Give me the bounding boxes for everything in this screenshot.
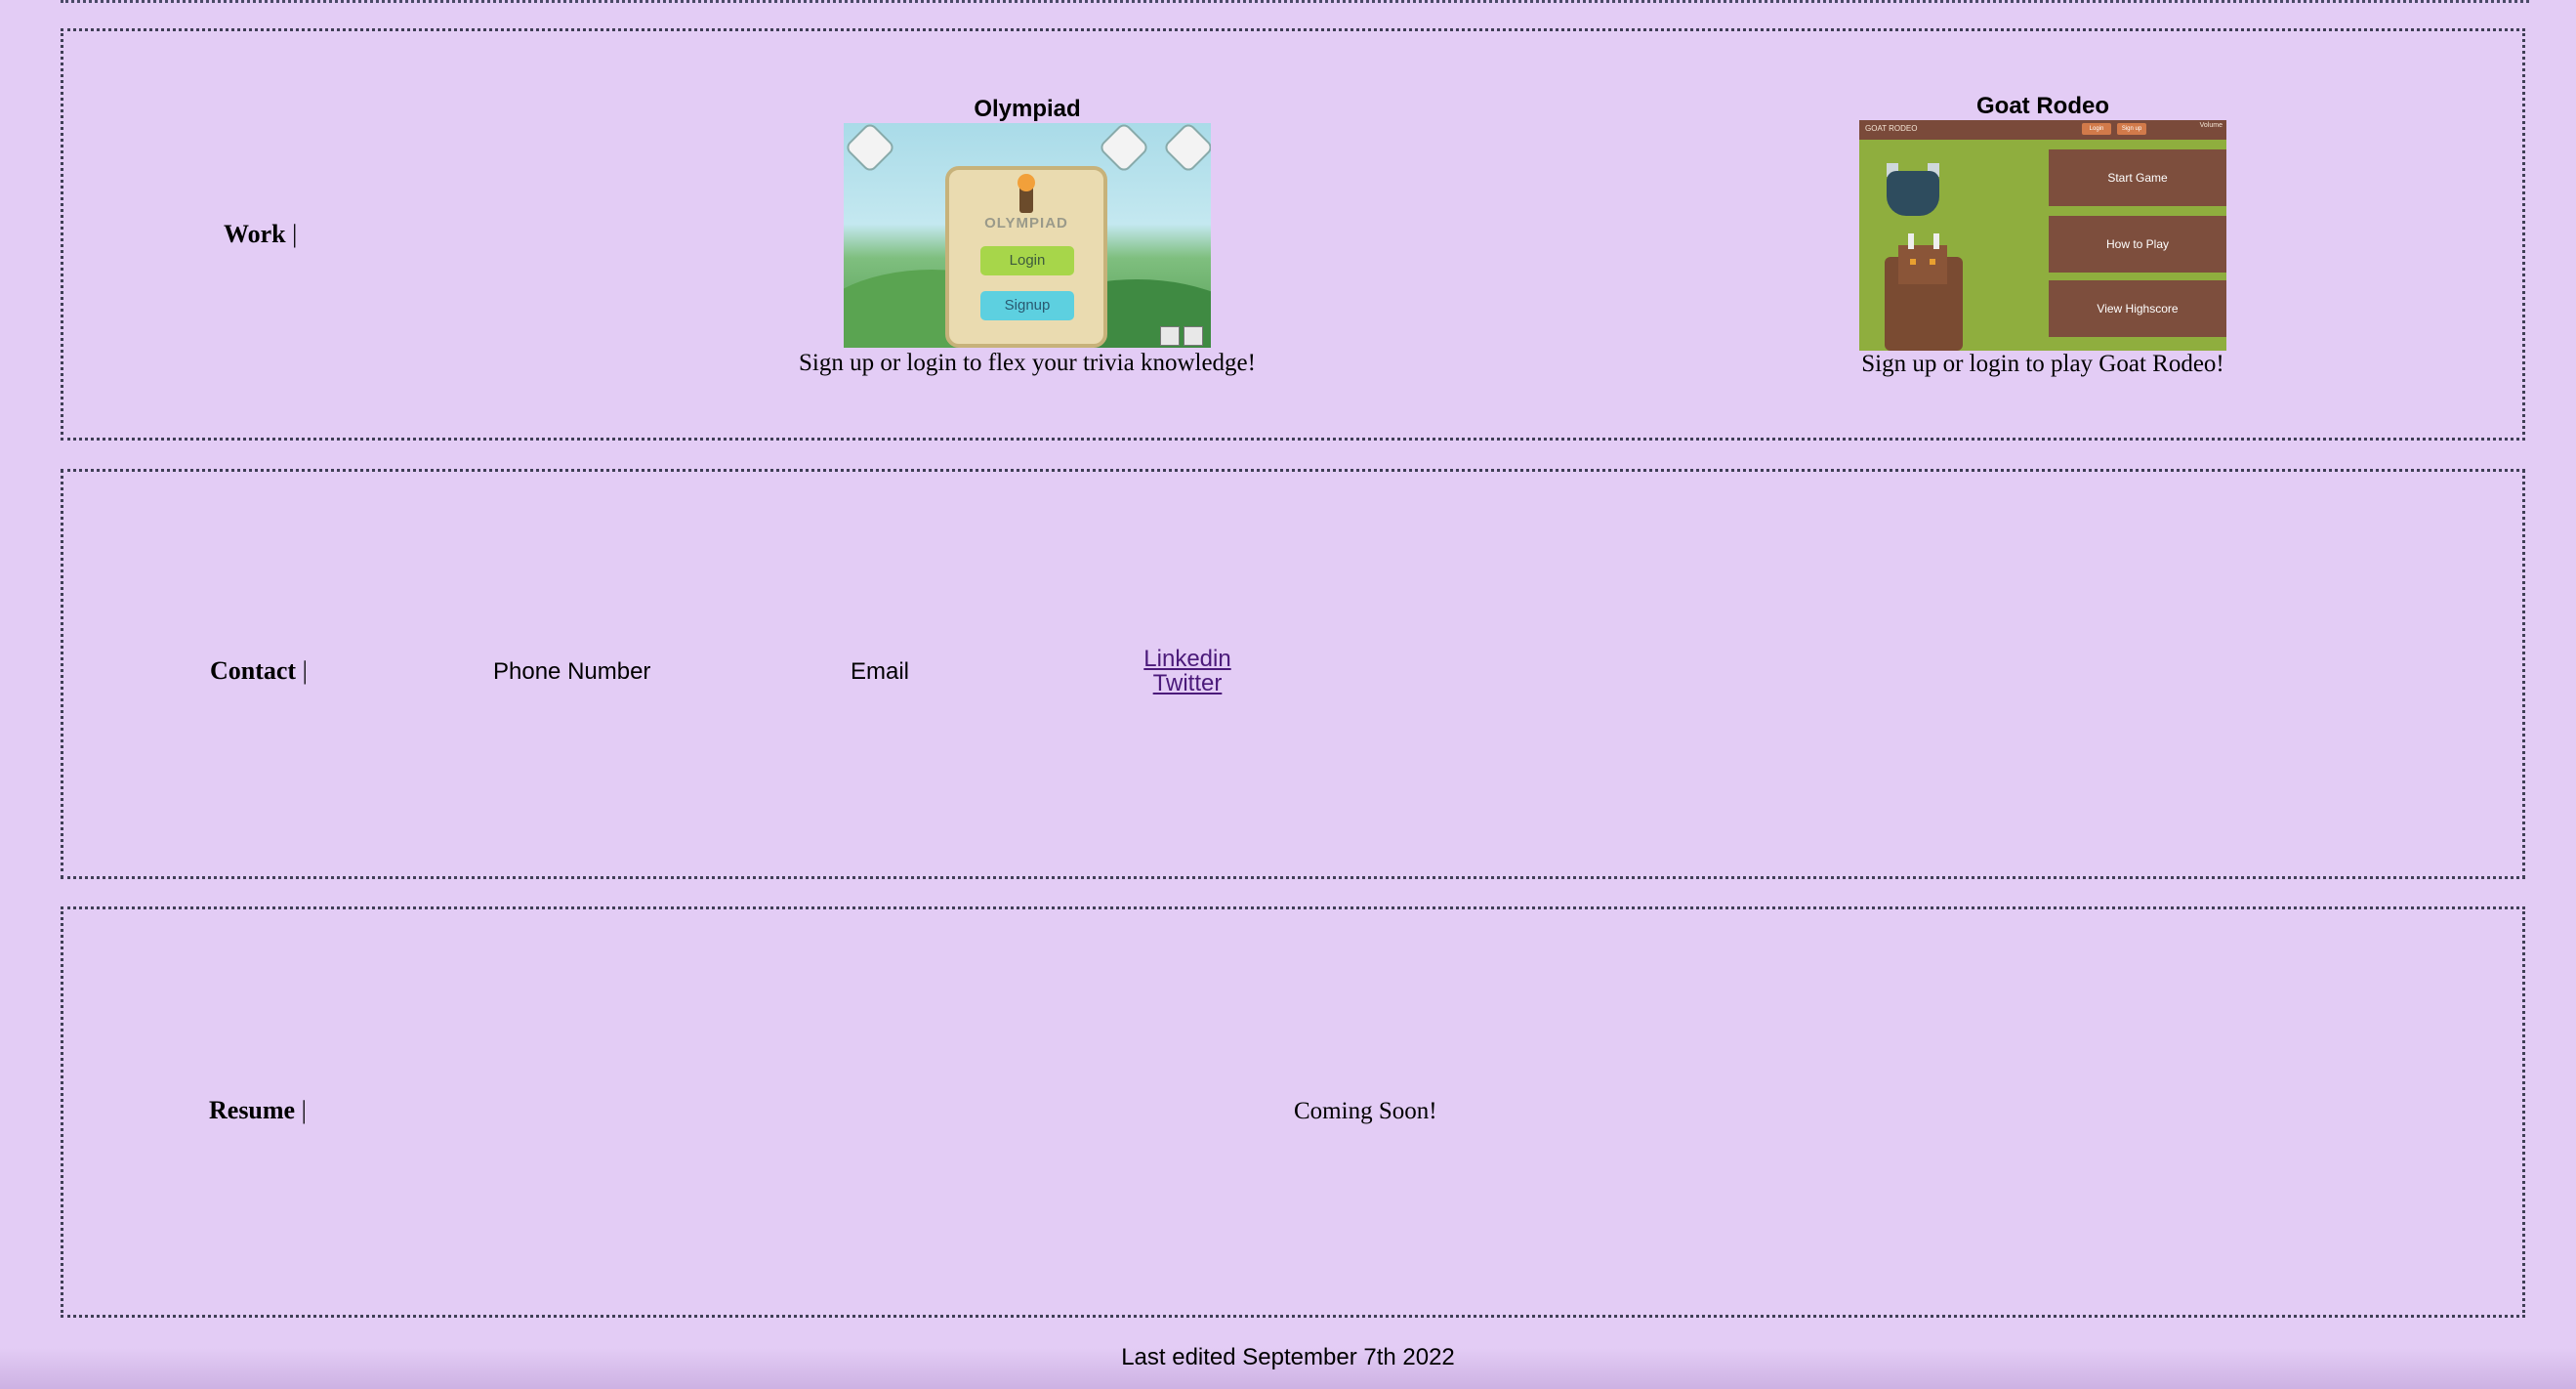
olympiad-login-button: Login <box>980 246 1074 275</box>
resume-heading-separator: | <box>301 1096 307 1124</box>
goat-rodeo-app-name: GOAT RODEO <box>1865 124 1918 133</box>
linkedin-link[interactable]: Linkedin <box>1139 647 1236 671</box>
project-title: Goat Rodeo <box>1976 93 2109 119</box>
project-description: Sign up or login to play Goat Rodeo! <box>1861 351 2224 377</box>
footer-text: Last edited September 7th 2022 <box>1121 1344 1455 1370</box>
twitter-link[interactable]: Twitter <box>1139 671 1236 695</box>
blue-goat-icon <box>1887 171 1939 216</box>
work-heading-separator: | <box>292 220 298 248</box>
contact-heading-separator: | <box>302 656 308 685</box>
goat-signup-button: Sign up <box>2117 123 2146 135</box>
goat-login-button: Login <box>2082 123 2111 135</box>
play-icon <box>1160 326 1180 346</box>
resume-status: Coming Soon! <box>1294 1098 1437 1124</box>
top-divider <box>61 0 2529 3</box>
work-heading: Work | <box>224 220 297 249</box>
contact-heading-label: Contact <box>210 656 297 685</box>
olympiad-signup-button: Signup <box>980 291 1074 320</box>
work-heading-label: Work <box>224 220 286 248</box>
blocks-icon <box>1098 123 1150 174</box>
project-goat-rodeo: Goat Rodeo GOAT RODEO Login Sign up Volu… <box>1740 93 2346 378</box>
goat-volume-label: Volume <box>2199 122 2223 129</box>
phone-number-label: Phone Number <box>493 658 651 685</box>
stop-icon <box>1184 326 1203 346</box>
goat-rodeo-screenshot[interactable]: GOAT RODEO Login Sign up Volume Start Ga… <box>1859 120 2226 351</box>
olympiad-logo: OLYMPIAD <box>984 215 1068 232</box>
project-description: Sign up or login to flex your trivia kno… <box>799 350 1256 376</box>
start-game-button: Start Game <box>2049 149 2226 206</box>
book-icon <box>1162 123 1211 174</box>
resume-heading-label: Resume <box>209 1096 296 1124</box>
how-to-play-button: How to Play <box>2049 216 2226 273</box>
contact-heading: Contact | <box>210 656 308 686</box>
olympiad-login-card: OLYMPIAD Login Signup <box>945 166 1107 348</box>
home-icon <box>844 123 896 174</box>
resume-heading: Resume | <box>209 1096 307 1125</box>
goat-rodeo-topbar: GOAT RODEO Login Sign up Volume <box>1859 120 2226 140</box>
project-olympiad: Olympiad OLYMPIAD Login Signup Sign up o… <box>725 96 1330 377</box>
work-section: Work | Olympiad OLYMPIAD Login Signup Si… <box>61 28 2525 441</box>
project-title: Olympiad <box>974 96 1081 122</box>
view-highscore-button: View Highscore <box>2049 280 2226 337</box>
contact-section <box>61 469 2525 879</box>
olympiad-screenshot[interactable]: OLYMPIAD Login Signup <box>844 123 1211 348</box>
email-label: Email <box>851 658 910 685</box>
social-links: Linkedin Twitter <box>1139 647 1236 695</box>
resume-section <box>61 906 2525 1318</box>
